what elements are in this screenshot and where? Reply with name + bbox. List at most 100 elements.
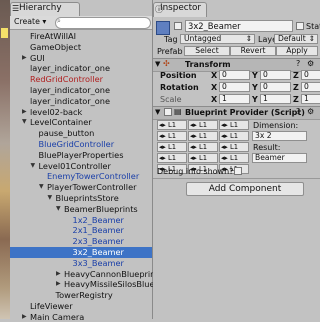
prefab-revert-button[interactable]: Revert — [230, 46, 276, 56]
prefab-apply-button[interactable]: Apply — [276, 46, 318, 56]
transform-x-field[interactable]: 1 — [219, 94, 250, 104]
component-enabled-checkbox[interactable] — [164, 108, 172, 116]
transform-y-field[interactable]: 0 — [260, 82, 291, 92]
blueprint-cell-dropdown[interactable]: ◂▸ L1 — [188, 120, 218, 130]
script-icon: ▤ — [174, 107, 182, 116]
hierarchy-row[interactable]: ▼ Level01Controller — [10, 161, 152, 172]
expanded-arrow-icon[interactable]: ▼ — [31, 161, 36, 172]
hierarchy-row[interactable]: EnemyTowerController — [10, 171, 152, 182]
hierarchy-row-label: level02-back — [30, 106, 83, 117]
hierarchy-row[interactable]: 3x3_Beamer — [10, 258, 152, 269]
hierarchy-row[interactable]: RedGridController — [10, 74, 152, 85]
axis-label-y: Y — [252, 71, 258, 80]
hierarchy-row[interactable]: BlueGridController — [10, 139, 152, 150]
blueprint-cell-dropdown[interactable]: ◂▸ L1 — [188, 153, 218, 163]
blueprint-cell-dropdown[interactable]: ◂▸ L1 — [219, 120, 249, 130]
collapsed-arrow-icon[interactable]: ▶ — [56, 269, 61, 280]
blueprint-cell-value: L1 — [229, 121, 239, 129]
gear-icon[interactable]: ⚙ — [307, 59, 314, 68]
blueprint-provider-title: Blueprint Provider (Script) — [185, 108, 305, 117]
static-checkbox[interactable] — [296, 22, 304, 30]
hierarchy-row[interactable]: 2x1_Beamer — [10, 225, 152, 236]
axis-label-y: Y — [252, 83, 258, 92]
expanded-arrow-icon[interactable]: ▼ — [48, 193, 53, 204]
hierarchy-row[interactable]: ▼ BeamerBlueprints — [10, 204, 152, 215]
expanded-arrow-icon[interactable]: ▼ — [22, 117, 27, 128]
blueprint-cell-dropdown[interactable]: ◂▸ L1 — [188, 142, 218, 152]
hierarchy-row[interactable]: layer_indicator_one — [10, 85, 152, 96]
blueprint-cell-dropdown[interactable]: ◂▸ L1 — [219, 131, 249, 141]
collapsed-arrow-icon[interactable]: ▶ — [22, 53, 27, 64]
axis-label-y: Y — [252, 95, 258, 104]
help-icon[interactable]: ? — [296, 107, 300, 116]
hierarchy-search-input[interactable] — [55, 17, 151, 29]
help-icon[interactable]: ? — [296, 59, 300, 68]
add-component-button[interactable]: Add Component — [186, 182, 304, 196]
prefab-label: Prefab — [157, 47, 183, 56]
hierarchy-row-label: layer_indicator_one — [30, 95, 111, 106]
tag-value: Untagged — [184, 34, 222, 43]
hierarchy-row-label: HeavyMissileSilosBlue — [64, 279, 155, 290]
hierarchy-row[interactable]: LifeViewer — [10, 301, 152, 312]
hierarchy-row[interactable]: ▼ PlayerTowerController — [10, 182, 152, 193]
hierarchy-row-label: Main Camera — [30, 311, 85, 322]
collapsed-arrow-icon[interactable]: ▶ — [22, 312, 27, 322]
collapsed-arrow-icon[interactable]: ▶ — [22, 107, 27, 118]
transform-z-field[interactable]: 0 — [301, 70, 320, 80]
transform-y-field[interactable]: 1 — [260, 94, 291, 104]
hierarchy-row[interactable]: pause_button — [10, 128, 152, 139]
transform-x-field[interactable]: 0 — [219, 82, 250, 92]
hierarchy-row-label: pause_button — [38, 128, 95, 139]
stepper-arrows-icon: ◂▸ — [159, 154, 168, 162]
hierarchy-row[interactable]: layer_indicator_one — [10, 96, 152, 107]
result-field[interactable]: Beamer — [252, 153, 307, 163]
blueprint-cell-dropdown[interactable]: ◂▸ L1 — [157, 153, 187, 163]
blueprint-cell-dropdown[interactable]: ◂▸ L1 — [157, 131, 187, 141]
gear-icon[interactable]: ⚙ — [307, 107, 314, 116]
blueprint-cell-dropdown[interactable]: ◂▸ L1 — [157, 142, 187, 152]
hierarchy-row[interactable]: BluePlayerProperties — [10, 150, 152, 161]
hierarchy-row[interactable]: 2x3_Beamer — [10, 236, 152, 247]
transform-icon: ✣ — [163, 59, 170, 68]
dimension-label: Dimension: — [253, 121, 299, 130]
debug-info-checkbox[interactable] — [234, 167, 242, 175]
hierarchy-row-label: layer_indicator_one — [30, 63, 111, 74]
stepper-arrows-icon: ◂▸ — [221, 121, 230, 129]
blueprint-cell-dropdown[interactable]: ◂▸ L1 — [219, 153, 249, 163]
hierarchy-row[interactable]: ▶ HeavyCannonBlueprin — [10, 269, 155, 280]
hierarchy-row[interactable]: TowerRegistry — [10, 290, 152, 301]
blueprint-cell-value: L1 — [198, 121, 208, 129]
create-dropdown-button[interactable]: Create ▾ — [14, 17, 52, 27]
stepper-arrows-icon: ◂▸ — [159, 132, 168, 140]
hierarchy-row[interactable]: 1x2_Beamer — [10, 215, 152, 226]
transform-z-field[interactable]: 0 — [301, 82, 320, 92]
prefab-select-button[interactable]: Select — [184, 46, 230, 56]
transform-x-field[interactable]: 0 — [219, 70, 250, 80]
hierarchy-row[interactable]: 3x2_Beamer — [10, 247, 152, 258]
hierarchy-row[interactable]: ▶ Main Camera — [10, 312, 152, 322]
collapsed-arrow-icon[interactable]: ▶ — [56, 279, 61, 290]
dimension-field[interactable]: 3x 2 — [252, 131, 307, 141]
hierarchy-row[interactable]: GameObject — [10, 42, 152, 53]
transform-z-field[interactable]: 1 — [301, 94, 320, 104]
stepper-arrows-icon: ◂▸ — [221, 132, 230, 140]
expanded-arrow-icon[interactable]: ▼ — [56, 204, 61, 215]
hierarchy-row[interactable]: FireAtWillAI — [10, 31, 152, 42]
hierarchy-row[interactable]: ▼ BlueprintsStore — [10, 193, 152, 204]
active-checkbox[interactable] — [174, 22, 182, 30]
hierarchy-row[interactable]: layer_indicator_one — [10, 63, 152, 74]
object-name-field[interactable]: 3x2_Beamer — [185, 20, 293, 32]
hierarchy-row[interactable]: ▶ HeavyMissileSilosBlue — [10, 279, 155, 290]
tag-dropdown[interactable]: Untagged ⇕ — [180, 34, 255, 44]
hierarchy-row[interactable]: ▶ GUI — [10, 53, 152, 64]
hierarchy-row-label: 3x3_Beamer — [72, 257, 124, 268]
layer-dropdown[interactable]: Default ⇕ — [274, 34, 318, 44]
blueprint-cell-dropdown[interactable]: ◂▸ L1 — [188, 131, 218, 141]
expanded-arrow-icon[interactable]: ▼ — [39, 182, 44, 193]
hierarchy-row-label: 2x3_Beamer — [72, 236, 124, 247]
hierarchy-row[interactable]: ▶ level02-back — [10, 107, 152, 118]
hierarchy-row[interactable]: ▼ LevelContainer — [10, 117, 152, 128]
transform-y-field[interactable]: 0 — [260, 70, 291, 80]
blueprint-cell-dropdown[interactable]: ◂▸ L1 — [219, 142, 249, 152]
blueprint-cell-dropdown[interactable]: ◂▸ L1 — [157, 120, 187, 130]
